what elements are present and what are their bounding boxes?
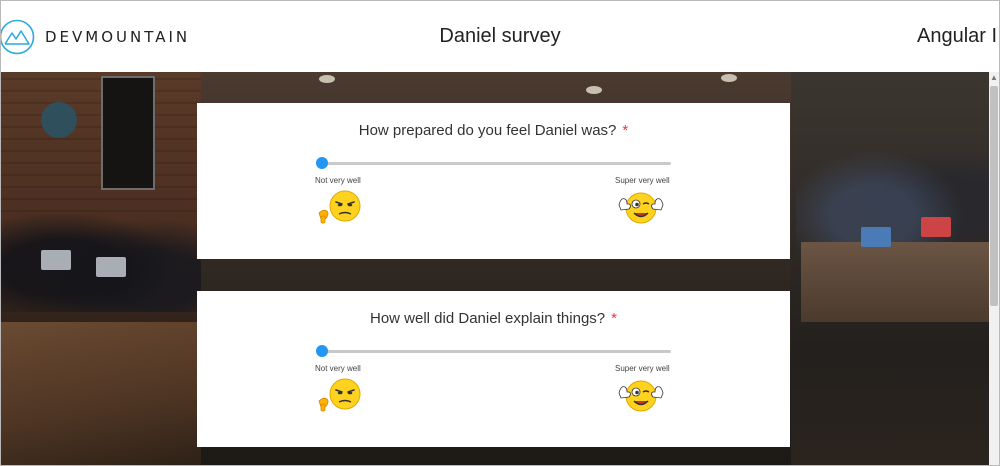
question-text: How prepared do you feel Daniel was? * <box>197 122 790 139</box>
annoyed-thumbs-down-emoji-icon <box>318 378 361 412</box>
winking-thumbs-up-emoji-icon <box>618 380 664 412</box>
course-label: Angular I <box>917 25 998 47</box>
page-scrollbar[interactable]: ▲ <box>989 72 999 465</box>
max-label: Super very well <box>615 364 670 373</box>
required-asterisk: * <box>611 310 617 327</box>
scrollbar-thumb[interactable] <box>990 86 998 306</box>
browser-viewport: DEVMOUNTAIN Daniel survey Angular I ▲ Ho… <box>0 0 1000 466</box>
question-label: How prepared do you feel Daniel was? <box>358 122 617 139</box>
question-label: How well did Daniel explain things? <box>370 310 606 327</box>
page-title: Daniel survey <box>439 25 561 47</box>
rating-slider-track[interactable] <box>321 162 671 165</box>
question-card: How well did Daniel explain things? * Not… <box>197 291 790 447</box>
annoyed-thumbs-down-emoji-icon <box>318 190 361 224</box>
min-label: Not very well <box>315 176 361 185</box>
min-label: Not very well <box>315 364 361 373</box>
winking-thumbs-up-emoji-icon <box>618 192 664 224</box>
site-header: DEVMOUNTAIN Daniel survey Angular I <box>1 1 999 72</box>
scroll-up-arrow-icon[interactable]: ▲ <box>989 72 999 84</box>
question-card: How prepared do you feel Daniel was? * No… <box>197 103 790 259</box>
rating-slider-thumb[interactable] <box>316 345 328 357</box>
rating-slider-thumb[interactable] <box>316 157 328 169</box>
question-text: How well did Daniel explain things? * <box>197 310 790 327</box>
required-asterisk: * <box>622 122 629 139</box>
max-label: Super very well <box>615 176 670 185</box>
rating-slider-track[interactable] <box>321 350 671 353</box>
